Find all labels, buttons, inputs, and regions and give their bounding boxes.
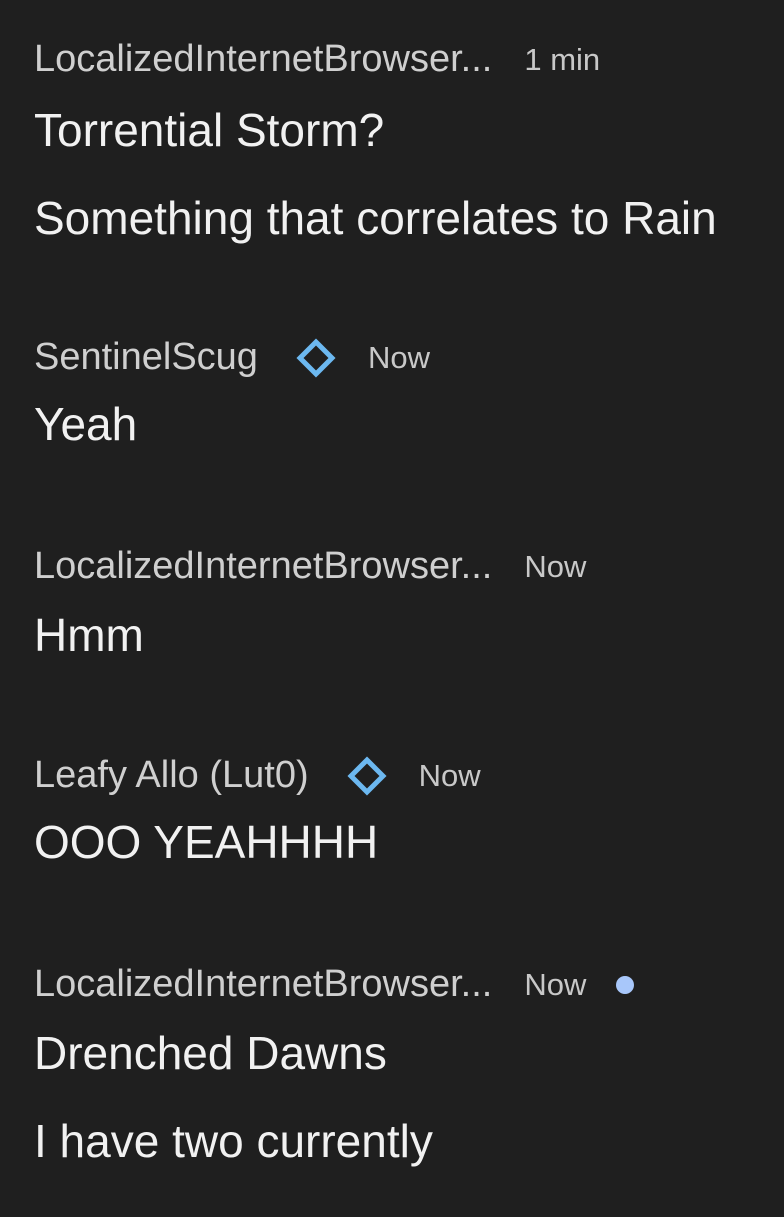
message-text: I have two currently (34, 1115, 433, 1167)
chat-message[interactable]: LocalizedInternetBrowser... Now Drenched… (34, 963, 635, 1168)
chat-message[interactable]: LocalizedInternetBrowser... Now Hmm (34, 545, 586, 662)
message-author[interactable]: LocalizedInternetBrowser... (34, 963, 492, 1006)
message-header: LocalizedInternetBrowser... Now (34, 545, 586, 588)
message-author[interactable]: SentinelScug (34, 336, 258, 379)
message-header: SentinelScug Now (34, 336, 430, 379)
chat-message[interactable]: Leafy Allo (Lut0) Now OOO YEAHHHH (34, 754, 481, 869)
message-header: LocalizedInternetBrowser... Now (34, 963, 635, 1006)
message-header: LocalizedInternetBrowser... 1 min (34, 38, 717, 81)
message-timestamp: Now (524, 966, 587, 1002)
chat-message[interactable]: SentinelScug Now Yeah (34, 336, 430, 451)
message-header: Leafy Allo (Lut0) Now (34, 754, 481, 797)
message-author[interactable]: Leafy Allo (Lut0) (34, 754, 309, 797)
message-text: Yeah (34, 398, 138, 450)
message-author[interactable]: LocalizedInternetBrowser... (34, 38, 492, 81)
message-author[interactable]: LocalizedInternetBrowser... (34, 545, 492, 588)
message-text: Torrential Storm? (34, 104, 385, 156)
diamond-badge-icon (347, 755, 387, 796)
message-text: Something that correlates to Rain (34, 192, 717, 244)
message-timestamp: Now (418, 757, 481, 793)
diamond-badge-icon (296, 337, 336, 378)
message-text: OOO YEAHHHH (34, 816, 379, 868)
message-timestamp: 1 min (524, 41, 601, 77)
unread-indicator (616, 975, 635, 994)
message-timestamp: Now (524, 548, 587, 584)
message-text: Drenched Dawns (34, 1027, 387, 1079)
message-timestamp: Now (367, 339, 430, 375)
chat-message[interactable]: LocalizedInternetBrowser... 1 min Torren… (34, 38, 717, 245)
message-text: Hmm (34, 609, 144, 661)
